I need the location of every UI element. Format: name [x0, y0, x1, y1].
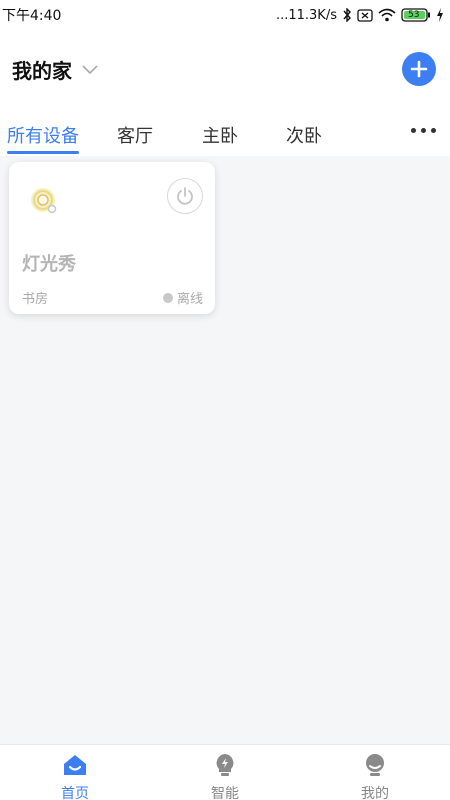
battery-level: 53: [408, 10, 420, 20]
offline-dot: [162, 292, 173, 303]
sim-off-icon: [357, 8, 373, 22]
home-icon: [61, 753, 89, 781]
nav-label: 智能: [211, 786, 239, 800]
nav-profile[interactable]: 我的: [300, 745, 450, 800]
more-dot: [421, 128, 426, 133]
device-status: 离线: [162, 288, 203, 307]
more-dot: [411, 128, 416, 133]
bluetooth-icon: [342, 8, 352, 22]
nav-home[interactable]: 首页: [0, 745, 150, 800]
device-room: 书房: [22, 292, 49, 307]
charging-icon: [436, 8, 444, 22]
status-icons: ...11.3K/s 53: [276, 8, 444, 23]
tab-label: 所有设备: [7, 126, 79, 147]
device-card[interactable]: 灯光秀 书房 离线: [9, 162, 215, 314]
active-tab-indicator: [7, 151, 79, 154]
more-dot: [431, 128, 436, 133]
add-device-button[interactable]: [402, 52, 436, 86]
light-show-icon: [29, 186, 61, 222]
status-label: 离线: [176, 292, 203, 307]
nav-smart[interactable]: 智能: [150, 745, 300, 800]
bottom-nav: 首页 智能 我的: [0, 744, 450, 800]
room-tabs: 所有设备 客厅 主卧 次卧: [0, 110, 450, 156]
device-list: 灯光秀 书房 离线: [0, 156, 450, 744]
smart-bulb-icon: [213, 753, 237, 781]
nav-label: 首页: [61, 786, 89, 800]
network-speed: ...11.3K/s: [275, 7, 337, 23]
device-name: 灯光秀: [22, 254, 76, 275]
tab-partial[interactable]: [370, 110, 378, 156]
tab-master-bedroom[interactable]: 主卧: [202, 110, 238, 156]
tab-second-bedroom[interactable]: 次卧: [286, 110, 322, 156]
home-header: 我的家: [0, 42, 450, 96]
nav-label: 我的: [361, 786, 389, 800]
battery-icon: 53: [401, 8, 431, 22]
more-tabs-button[interactable]: [411, 128, 436, 133]
power-button[interactable]: [167, 178, 203, 214]
tab-label: 主卧: [202, 126, 238, 147]
chevron-down-icon[interactable]: [82, 60, 98, 79]
plus-icon: [410, 60, 428, 78]
home-selector[interactable]: 我的家: [12, 55, 72, 84]
tab-label: 次卧: [286, 126, 322, 147]
profile-icon: [363, 753, 387, 781]
power-icon: [177, 187, 193, 205]
status-time: 下午4:40: [2, 8, 62, 24]
tab-label: 客厅: [117, 126, 153, 147]
status-bar: 下午4:40 ...11.3K/s 53: [0, 0, 450, 30]
tab-living-room[interactable]: 客厅: [117, 110, 153, 156]
tab-all-devices[interactable]: 所有设备: [7, 110, 79, 156]
top-area: 下午4:40 ...11.3K/s 53 我的家 所有设备 客厅 主卧 次卧: [0, 0, 450, 156]
wifi-icon: [378, 8, 396, 22]
